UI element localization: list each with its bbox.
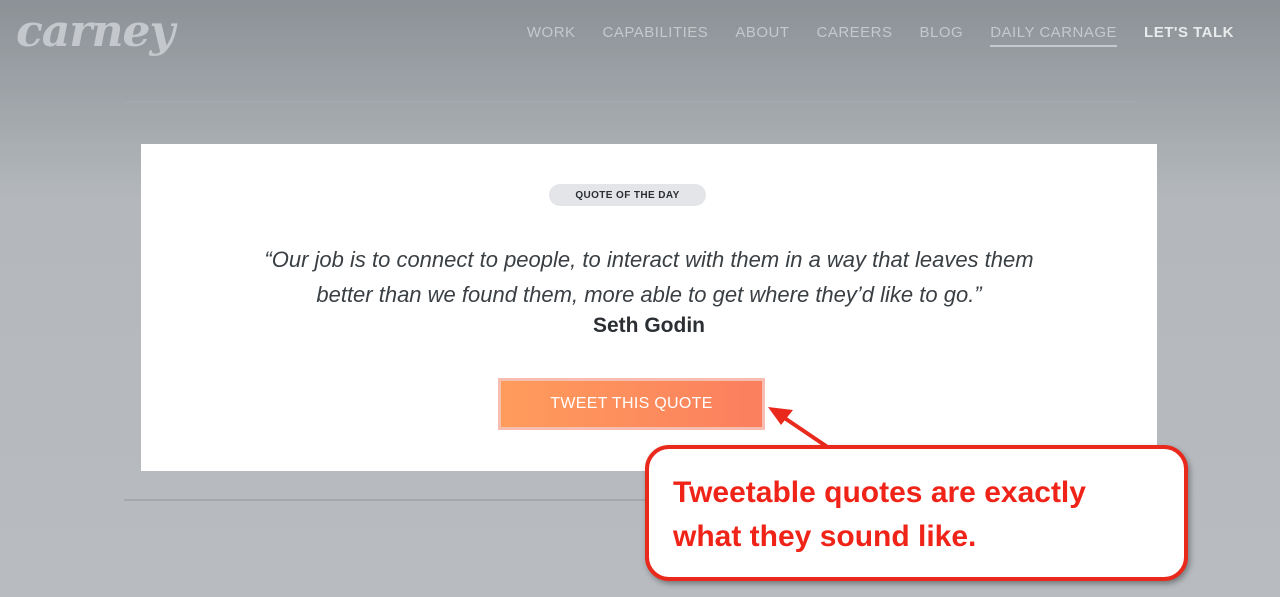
- nav-about[interactable]: ABOUT: [735, 24, 789, 47]
- nav-capabilities[interactable]: CAPABILITIES: [603, 24, 709, 47]
- carney-logo[interactable]: carney: [16, 6, 175, 57]
- main-nav: WORK CAPABILITIES ABOUT CAREERS BLOG DAI…: [527, 24, 1234, 47]
- quote-line-2: better than we found them, more able to …: [316, 282, 982, 307]
- annotation-callout: Tweetable quotes are exactly what they s…: [645, 445, 1188, 581]
- quote-card: QUOTE OF THE DAY “Our job is to connect …: [141, 144, 1157, 471]
- nav-blog[interactable]: BLOG: [920, 24, 964, 47]
- tweet-this-quote-button[interactable]: TWEET THIS QUOTE: [498, 378, 765, 430]
- nav-lets-talk[interactable]: LET'S TALK: [1144, 24, 1234, 47]
- divider-top: [124, 101, 1138, 103]
- annotation-line-1: Tweetable quotes are exactly: [673, 476, 1086, 509]
- nav-work[interactable]: WORK: [527, 24, 576, 47]
- quote-of-the-day-badge: QUOTE OF THE DAY: [549, 184, 706, 206]
- annotation-line-2: what they sound like.: [673, 520, 977, 553]
- quote-text: “Our job is to connect to people, to int…: [141, 242, 1157, 312]
- nav-daily-carnage[interactable]: DAILY CARNAGE: [990, 24, 1118, 47]
- quote-line-1: “Our job is to connect to people, to int…: [264, 247, 1034, 272]
- nav-careers[interactable]: CAREERS: [817, 24, 893, 47]
- quote-author: Seth Godin: [593, 314, 705, 337]
